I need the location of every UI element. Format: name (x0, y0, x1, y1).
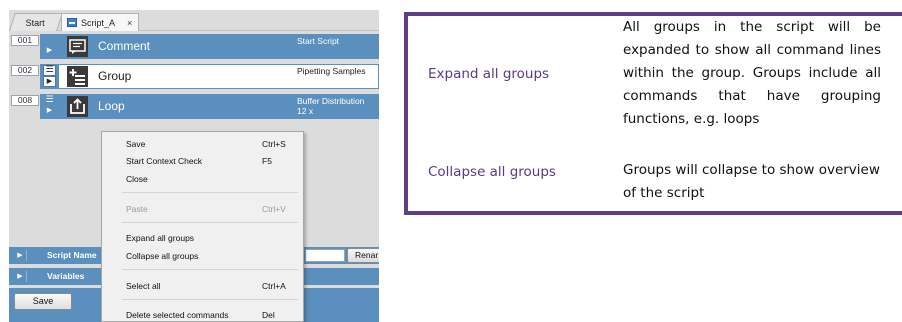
command-detail-line: Start Script (297, 36, 340, 46)
menu-separator (122, 222, 298, 223)
menu-item-label: Start Context Check (126, 156, 203, 166)
command-row-group[interactable]: 002 ☰ ▶ Group Pipetting Samples (9, 64, 379, 89)
menu-item-collapse-all-groups[interactable]: Collapse all groups (102, 248, 303, 264)
menu-separator (122, 299, 298, 300)
command-detail: Pipetting Samples (297, 66, 366, 76)
command-detail-line: Buffer Distribution (297, 96, 365, 106)
menu-item-label: Select all (126, 281, 161, 291)
loop-icon (67, 96, 88, 117)
option-collapse-all-groups: Collapse all groups (428, 164, 556, 180)
description-line: All groups in the script will be (623, 19, 881, 35)
menu-separator (122, 269, 298, 270)
variables-label: Variables (47, 271, 85, 281)
menu-item-delete-selected-commands[interactable]: Delete selected commands Del (102, 307, 303, 321)
menu-item-label: Paste (126, 204, 148, 214)
menu-item-expand-all-groups[interactable]: Expand all groups (102, 230, 303, 246)
save-button[interactable]: Save (14, 293, 72, 310)
description-table: Expand all groups All groups in the scri… (404, 12, 902, 215)
row-gutter: ▶ (40, 34, 59, 59)
command-body[interactable]: ▶ Comment Start Script (40, 34, 379, 59)
command-row-loop[interactable]: 008 ☰ ▶ Loop Buffer Distribution 12 x (9, 94, 379, 119)
line-number: 001 (11, 35, 39, 46)
tab-start[interactable]: Start (9, 13, 63, 31)
tab-script-a[interactable]: Script_A × (61, 13, 139, 31)
option-expand-all-groups: Expand all groups (428, 66, 550, 82)
menu-item-shortcut: Ctrl+S (262, 139, 286, 149)
tab-bar: Start Script_A × (9, 10, 379, 31)
description-line: Groups will collapse to show overview (623, 162, 880, 178)
expand-arrow-icon[interactable]: ▶ (43, 46, 56, 57)
menu-item-label: Expand all groups (126, 233, 195, 243)
command-name: Loop (98, 99, 125, 113)
tab-start-label: Start (25, 17, 45, 28)
script-name-label: Script Name (47, 250, 97, 260)
script-name-input[interactable] (305, 249, 345, 262)
command-name: Comment (98, 39, 151, 53)
description-line: commands that have grouping (623, 88, 881, 104)
menu-item-label: Close (126, 174, 148, 184)
row-gutter: ☰ ▶ (40, 64, 59, 89)
expand-arrow-icon[interactable]: ▶ (43, 76, 56, 87)
command-detail: Buffer Distribution 12 x (297, 96, 364, 116)
close-icon[interactable]: × (127, 18, 132, 28)
description-line: functions, e.g. loops (623, 111, 760, 127)
command-body[interactable]: ☰ ▶ Group Pipetting Samples (40, 64, 379, 89)
expand-arrow-icon[interactable]: ▶ (14, 271, 27, 282)
menu-icon[interactable]: ☰ (43, 65, 56, 76)
menu-item-close[interactable]: Close (102, 171, 303, 187)
menu-item-label: Delete selected commands (126, 310, 229, 320)
expand-arrow-icon[interactable]: ▶ (43, 106, 56, 117)
menu-item-start-context-check[interactable]: Start Context Check F5 (102, 153, 303, 169)
menu-item-shortcut: Del (262, 310, 275, 320)
description-line: within the group. Groups include all (623, 65, 881, 81)
menu-item-label: Collapse all groups (126, 251, 199, 261)
command-row-comment[interactable]: 001 ▶ Comment Start Script (9, 34, 379, 59)
script-editor-window: Start Script_A × 001 ▶ Comment Start Scr… (9, 10, 379, 322)
menu-item-label: Save (126, 139, 146, 149)
command-detail-line: Pipetting Samples (297, 66, 366, 76)
menu-item-shortcut: F5 (262, 156, 272, 166)
menu-item-select-all[interactable]: Select all Ctrl+A (102, 278, 303, 294)
menu-item-save[interactable]: Save Ctrl+S (102, 136, 303, 152)
description-line: expanded to show all command lines (623, 42, 881, 58)
command-name: Group (98, 69, 132, 83)
menu-icon[interactable]: ☰ (43, 95, 56, 106)
line-number: 002 (11, 65, 39, 76)
option-description: Groups will collapse to show overview of… (623, 159, 881, 205)
row-gutter: ☰ ▶ (40, 94, 59, 119)
expand-arrow-icon[interactable]: ▶ (14, 250, 27, 261)
tab-script-label: Script_A (81, 17, 116, 28)
command-detail: Start Script (297, 36, 339, 46)
comment-icon (67, 36, 88, 57)
command-body[interactable]: ☰ ▶ Loop Buffer Distribution 12 x (40, 94, 379, 119)
context-menu: Save Ctrl+S Start Context Check F5 Close… (101, 131, 304, 322)
rename-button[interactable]: Renar (347, 248, 379, 263)
menu-item-shortcut: Ctrl+V (262, 204, 286, 214)
menu-item-paste: Paste Ctrl+V (102, 201, 303, 217)
description-line: of the script (623, 185, 705, 201)
menu-item-shortcut: Ctrl+A (262, 281, 286, 291)
menu-separator (122, 192, 298, 193)
command-detail-line: 12 x (297, 106, 314, 116)
group-icon (67, 66, 88, 87)
option-description: All groups in the script will be expande… (623, 16, 881, 131)
script-icon (67, 18, 77, 27)
line-number: 008 (11, 95, 39, 106)
